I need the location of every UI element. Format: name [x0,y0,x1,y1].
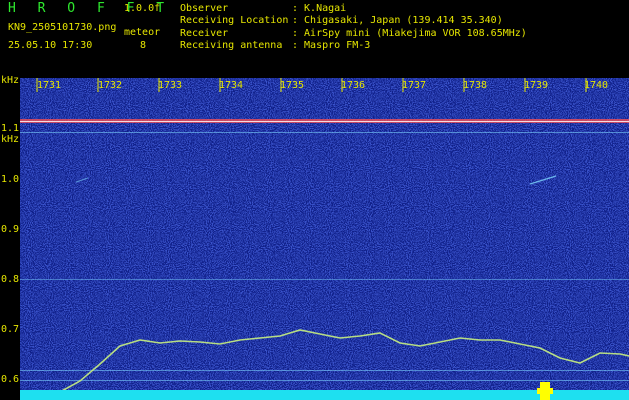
datetime-label: 25.05.10 17:30 [8,40,93,51]
meteor-count: 8 [140,40,147,51]
info-value: : AirSpy mini (Miakejima VOR 108.65MHz) [292,27,527,39]
observation-info: Observer : K.Nagai Receiving Location: Ch… [180,3,527,52]
x-tick-1737: 1737 [402,80,427,91]
x-tick-1740: 1740 [584,80,609,91]
info-value: : Maspro FM-3 [292,39,371,51]
spectrogram-canvas [20,78,629,400]
version-label: 1.0.0f [124,3,161,14]
info-value: : Chigasaki, Japan (139.414 35.340) [292,15,503,27]
x-tick-1736: 1736 [341,80,366,91]
info-key: Observer [180,3,229,14]
frequency-unit-label-secondary: kHz [1,134,20,145]
x-tick-1732: 1732 [98,80,123,91]
info-value: : K.Nagai [292,3,347,14]
info-row-location: Receiving Location: Chigasaki, Japan (13… [180,15,527,27]
info-key: Receiver [180,27,229,39]
info-row-observer: Observer : K.Nagai [180,3,527,15]
y-tick-1-1: 1.1 [1,123,20,134]
meteor-label: meteor [124,27,161,38]
info-row-receiver: Receiver : AirSpy mini (Miakejima VOR 108… [180,28,527,40]
reference-line [20,370,629,371]
meteor-blip [537,388,553,394]
spectrum-noise [20,78,629,400]
x-tick-1733: 1733 [158,80,183,91]
y-tick-0-8: 0.8 [1,274,20,285]
spectrogram [20,78,629,400]
reference-line [20,279,629,280]
x-tick-1738: 1738 [463,80,488,91]
y-tick-1-0: 1.0 [1,174,20,185]
info-key: Receiving Location [180,15,289,27]
info-row-antenna: Receiving antenna : Maspro FM-3 [180,40,527,52]
x-tick-1734: 1734 [219,80,244,91]
y-tick-0-9: 0.9 [1,224,20,235]
y-tick-0-7: 0.7 [1,324,20,335]
reference-line [20,380,629,381]
x-tick-1731: 1731 [37,80,62,91]
reference-line [20,132,629,133]
y-tick-0-6: 0.6 [1,374,20,385]
info-key: Receiving antenna [180,39,283,51]
frequency-unit-label: kHz [1,75,20,86]
header-panel: H R O F F T 1.0.0f KN9_2505101730.png me… [0,0,629,74]
carrier-core [20,121,629,122]
file-name: KN9_2505101730.png [8,22,117,33]
x-tick-1739: 1739 [524,80,549,91]
x-tick-1735: 1735 [280,80,305,91]
